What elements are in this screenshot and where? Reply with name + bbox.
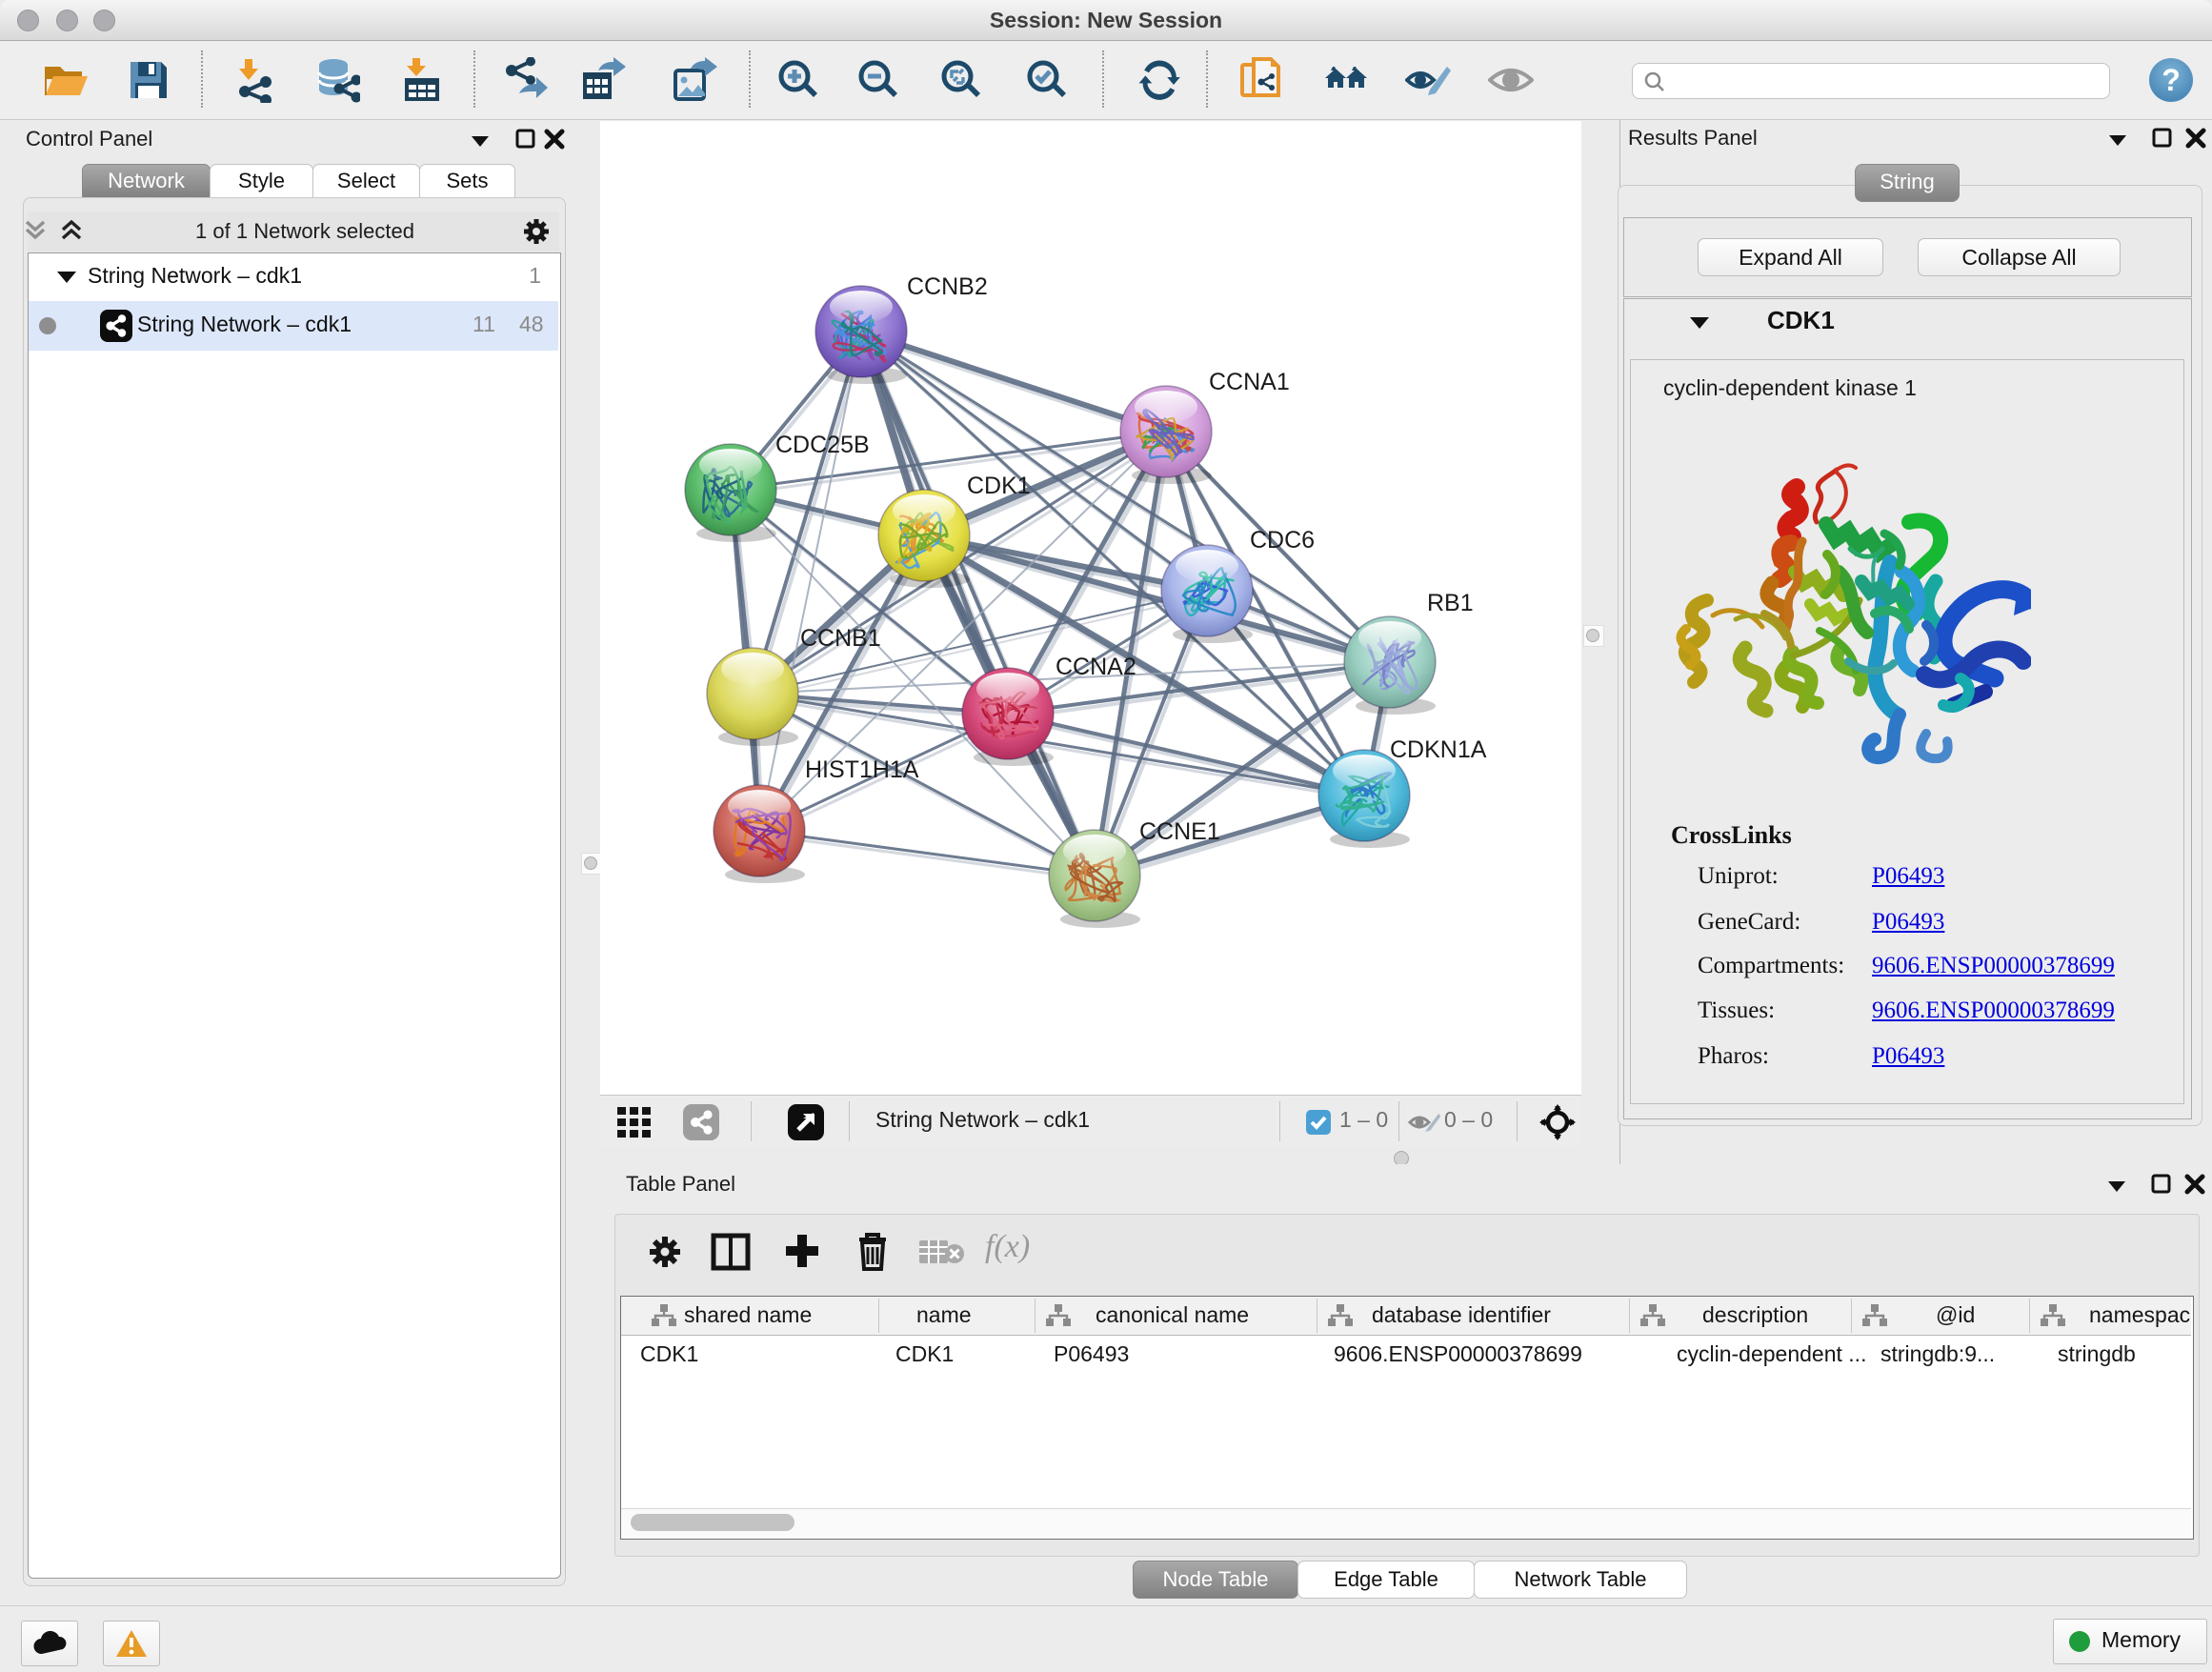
svg-text:CCNB1: CCNB1 xyxy=(800,625,881,652)
svg-text:RB1: RB1 xyxy=(1427,590,1474,616)
svg-text:CDC25B: CDC25B xyxy=(775,432,870,458)
svg-text:CCNA1: CCNA1 xyxy=(1209,369,1290,395)
svg-text:CDKN1A: CDKN1A xyxy=(1390,736,1487,763)
svg-text:CDC6: CDC6 xyxy=(1250,527,1315,554)
svg-text:CDK1: CDK1 xyxy=(967,473,1031,499)
svg-text:CCNA2: CCNA2 xyxy=(1056,654,1136,680)
svg-text:CCNB2: CCNB2 xyxy=(907,273,988,300)
svg-text:HIST1H1A: HIST1H1A xyxy=(805,756,919,783)
svg-text:CCNE1: CCNE1 xyxy=(1139,818,1220,845)
